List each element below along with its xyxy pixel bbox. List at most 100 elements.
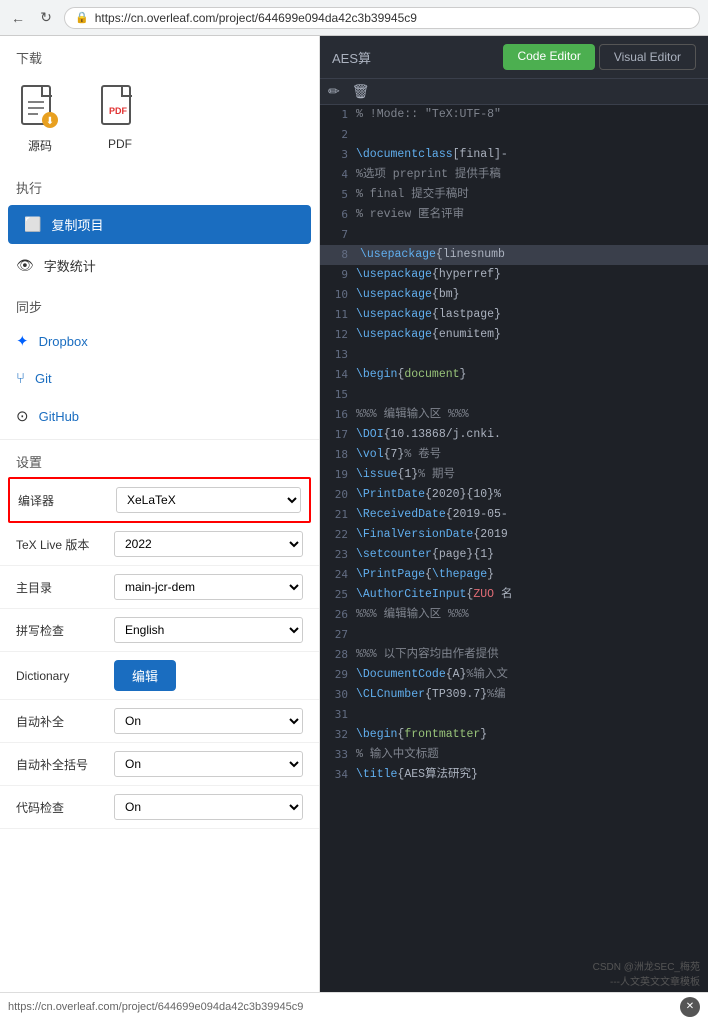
clone-label: 复制项目 — [51, 215, 103, 234]
editor-tabs: Code Editor Visual Editor — [503, 44, 696, 70]
code-area[interactable]: 1 % !Mode:: "TeX:UTF-8" 2 3 \documentcla… — [320, 105, 708, 954]
dropbox-label: Dropbox — [39, 334, 88, 349]
git-item[interactable]: ⑂ Git — [0, 360, 319, 397]
editor-toolbar: ✏ 🗑 — [320, 79, 708, 105]
code-line: 20 \PrintDate{2020}{10}% — [320, 485, 708, 505]
code-line: 14 \begin{document} — [320, 365, 708, 385]
code-line: 24 \PrintPage{\thepage} — [320, 565, 708, 585]
svg-text:PDF: PDF — [109, 106, 128, 116]
bottom-bar: https://cn.overleaf.com/project/644699e0… — [0, 992, 708, 1020]
code-line: 18 \vol{7}% 卷号 — [320, 445, 708, 465]
close-button[interactable]: ✕ — [680, 997, 700, 1017]
autocomplete-row: 自动补全 On Off — [0, 700, 319, 743]
wordcount-item[interactable]: 👁 字数统计 — [0, 246, 319, 285]
download-section: ⬇ 源码 PDF PDF — [0, 73, 319, 166]
compiler-row: 编译器 XeLaTeX pdfLaTeX LuaLaTeX — [8, 477, 311, 523]
code-line: 33 % 输入中文标题 — [320, 745, 708, 765]
watermark-line2: ---人文英文文章模板 — [328, 973, 700, 988]
pdf-label: PDF — [108, 137, 132, 151]
git-icon: ⑂ — [16, 370, 25, 387]
exec-section-header: 执行 — [0, 166, 319, 203]
code-line: 5 % final 提交手稿时 — [320, 185, 708, 205]
texlive-select[interactable]: 2022 2021 2023 — [114, 531, 303, 557]
wordcount-label: 字数统计 — [44, 256, 96, 275]
sync-section: ✦ Dropbox ⑂ Git ⊙ GitHub — [0, 322, 319, 435]
dictionary-edit-button[interactable]: 编辑 — [114, 660, 176, 691]
watermark: CSDN @洲龙SEC_梅苑 ---人文英文文章模板 — [320, 954, 708, 992]
main-content: 下载 ⬇ 源码 — [0, 36, 708, 992]
clone-project-item[interactable]: ⬜ 复制项目 — [8, 205, 311, 244]
github-icon: ⊙ — [16, 407, 29, 425]
github-item[interactable]: ⊙ GitHub — [0, 397, 319, 435]
syntaxcheck-select[interactable]: On Off — [114, 794, 303, 820]
mainfile-select[interactable]: main-jcr-dem — [114, 574, 303, 600]
code-line: 34 \title{AES算法研究} — [320, 765, 708, 785]
tab-visual-editor[interactable]: Visual Editor — [599, 44, 696, 70]
code-line: 31 — [320, 705, 708, 725]
code-line: 10 \usepackage{bm} — [320, 285, 708, 305]
pdf-icon: PDF — [96, 81, 144, 133]
spellcheck-select[interactable]: English Off Chinese — [114, 617, 303, 643]
code-line: 32 \begin{frontmatter} — [320, 725, 708, 745]
code-line: 8 \usepackage{linesnumb — [320, 245, 708, 265]
code-line: 28 %%% 以下内容均由作者提供 — [320, 645, 708, 665]
code-line: 26 %%% 编辑输入区 %%% — [320, 605, 708, 625]
code-line: 3 \documentclass[final]- — [320, 145, 708, 165]
edit-icon[interactable]: ✏ — [328, 83, 340, 100]
code-line: 25 \AuthorCiteInput{ZUO 名 — [320, 585, 708, 605]
syntaxcheck-label: 代码检查 — [16, 799, 106, 816]
left-panel: 下载 ⬇ 源码 — [0, 36, 320, 992]
code-line: 12 \usepackage{enumitem} — [320, 325, 708, 345]
svg-text:⬇: ⬇ — [46, 116, 54, 127]
git-label: Git — [35, 371, 52, 386]
right-panel: AES算 Code Editor Visual Editor ✏ 🗑 1 % !… — [320, 36, 708, 992]
texlive-label: TeX Live 版本 — [16, 536, 106, 553]
code-line: 17 \DOI{10.13868/j.cnki. — [320, 425, 708, 445]
code-line: 13 — [320, 345, 708, 365]
code-line: 27 — [320, 625, 708, 645]
autobracket-row: 自动补全括号 On Off — [0, 743, 319, 786]
url-bar[interactable]: 🔒 https://cn.overleaf.com/project/644699… — [64, 7, 700, 29]
editor-title: AES算 — [332, 48, 371, 67]
code-line: 21 \ReceivedDate{2019-05- — [320, 505, 708, 525]
eye-icon: 👁 — [16, 257, 34, 274]
code-line: 2 — [320, 125, 708, 145]
editor-header: AES算 Code Editor Visual Editor — [320, 36, 708, 79]
syntaxcheck-row: 代码检查 On Off — [0, 786, 319, 829]
watermark-line1: CSDN @洲龙SEC_梅苑 — [328, 958, 700, 973]
settings-header: 设置 — [0, 440, 319, 477]
autocomplete-select[interactable]: On Off — [114, 708, 303, 734]
code-line: 6 % review 匿名评审 — [320, 205, 708, 225]
source-label: 源码 — [28, 137, 52, 154]
tab-code-editor[interactable]: Code Editor — [503, 44, 594, 70]
status-url: https://cn.overleaf.com/project/644699e0… — [8, 1001, 680, 1013]
code-line: 29 \DocumentCode{A}%输入文 — [320, 665, 708, 685]
trash-icon[interactable]: 🗑 — [352, 83, 370, 100]
mainfile-row: 主目录 main-jcr-dem — [0, 566, 319, 609]
dropbox-item[interactable]: ✦ Dropbox — [0, 322, 319, 360]
code-line: 9 \usepackage{hyperref} — [320, 265, 708, 285]
exec-section: ⬜ 复制项目 👁 字数统计 — [0, 205, 319, 285]
compiler-select[interactable]: XeLaTeX pdfLaTeX LuaLaTeX — [116, 487, 301, 513]
autobracket-select[interactable]: On Off — [114, 751, 303, 777]
clone-icon: ⬜ — [24, 216, 41, 233]
browser-bar: ← ↻ 🔒 https://cn.overleaf.com/project/64… — [0, 0, 708, 36]
download-pdf[interactable]: PDF PDF — [96, 81, 144, 154]
code-line: 16 %%% 编辑输入区 %%% — [320, 405, 708, 425]
lock-icon: 🔒 — [75, 11, 89, 24]
download-source[interactable]: ⬇ 源码 — [16, 81, 64, 154]
dictionary-row: Dictionary 编辑 — [0, 652, 319, 700]
dropbox-icon: ✦ — [16, 332, 29, 350]
download-section-header: 下载 — [0, 36, 319, 73]
compiler-label: 编译器 — [18, 492, 108, 509]
code-line: 4 %选项 preprint 提供手稿 — [320, 165, 708, 185]
github-label: GitHub — [39, 409, 79, 424]
back-button[interactable]: ← — [8, 8, 28, 28]
dictionary-label: Dictionary — [16, 669, 106, 683]
source-icon: ⬇ — [16, 81, 64, 133]
autocomplete-label: 自动补全 — [16, 713, 106, 730]
spellcheck-label: 拼写检查 — [16, 622, 106, 639]
settings-section: 设置 编译器 XeLaTeX pdfLaTeX LuaLaTeX TeX Liv… — [0, 439, 319, 829]
reload-button[interactable]: ↻ — [36, 8, 56, 28]
mainfile-label: 主目录 — [16, 579, 106, 596]
